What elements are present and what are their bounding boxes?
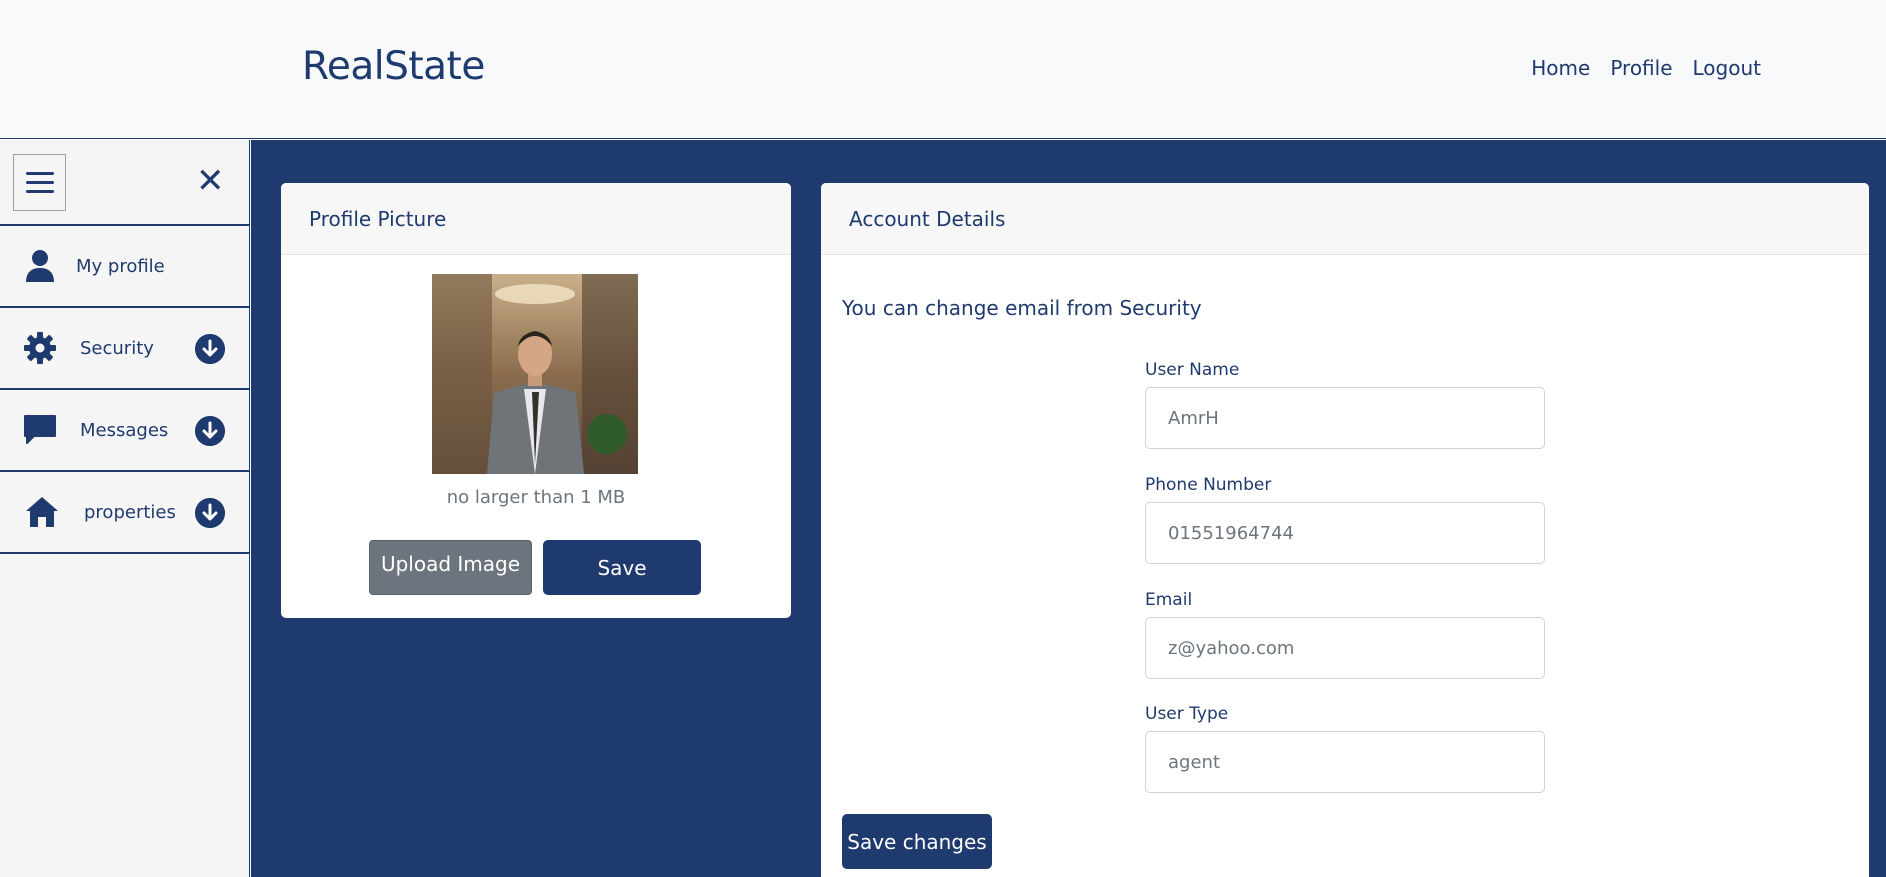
username-label: User Name <box>1145 360 1240 380</box>
save-picture-button[interactable]: Save <box>543 540 701 595</box>
nav-profile-link[interactable]: Profile <box>1610 56 1672 80</box>
phone-number-field[interactable] <box>1145 502 1545 564</box>
arrow-down-circle-icon[interactable] <box>195 498 225 528</box>
email-change-note: You can change email from Security <box>842 296 1202 320</box>
card-title: Profile Picture <box>281 183 791 255</box>
sidebar-item-label: properties <box>84 502 176 523</box>
sidebar-item-messages[interactable]: Messages <box>0 390 249 472</box>
account-details-card: Account Details You can change email fro… <box>821 183 1869 877</box>
profile-photo <box>432 274 638 474</box>
home-icon <box>26 497 58 527</box>
username-field[interactable] <box>1145 387 1545 449</box>
message-icon <box>24 415 56 444</box>
sidebar-header: ✕ <box>0 140 249 226</box>
brand-logo[interactable]: RealState <box>302 44 485 89</box>
hamburger-icon[interactable] <box>13 154 66 211</box>
nav-logout-link[interactable]: Logout <box>1693 56 1761 80</box>
main-nav: Home Profile Logout <box>1531 56 1761 80</box>
user-type-label: User Type <box>1145 704 1229 724</box>
user-icon <box>26 250 54 282</box>
user-type-field[interactable] <box>1145 731 1545 793</box>
sidebar-item-label: Messages <box>80 420 169 441</box>
main-content: Profile Picture no larger than 1 MB Uplo <box>251 140 1886 877</box>
profile-picture-card: Profile Picture no larger than 1 MB Uplo <box>281 183 791 618</box>
sidebar-item-properties[interactable]: properties <box>0 472 249 554</box>
nav-home-link[interactable]: Home <box>1531 56 1590 80</box>
card-title: Account Details <box>821 183 1869 255</box>
top-navbar: RealState Home Profile Logout <box>0 0 1886 139</box>
save-changes-button[interactable]: Save changes <box>842 814 992 869</box>
email-field[interactable] <box>1145 617 1545 679</box>
sidebar-item-security[interactable]: Security <box>0 308 249 390</box>
upload-image-button[interactable]: Upload Image <box>369 540 532 595</box>
sidebar-item-label: My profile <box>76 256 165 277</box>
sidebar: ✕ My profile Security Messages propertie… <box>0 140 250 877</box>
email-label: Email <box>1145 590 1193 610</box>
sidebar-item-my-profile[interactable]: My profile <box>0 226 249 308</box>
arrow-down-circle-icon[interactable] <box>195 416 225 446</box>
sidebar-item-label: Security <box>80 338 154 359</box>
arrow-down-circle-icon[interactable] <box>195 334 225 364</box>
gear-icon <box>24 332 56 364</box>
close-icon[interactable]: ✕ <box>196 164 225 198</box>
phone-number-label: Phone Number <box>1145 475 1272 495</box>
upload-size-hint: no larger than 1 MB <box>446 487 626 508</box>
